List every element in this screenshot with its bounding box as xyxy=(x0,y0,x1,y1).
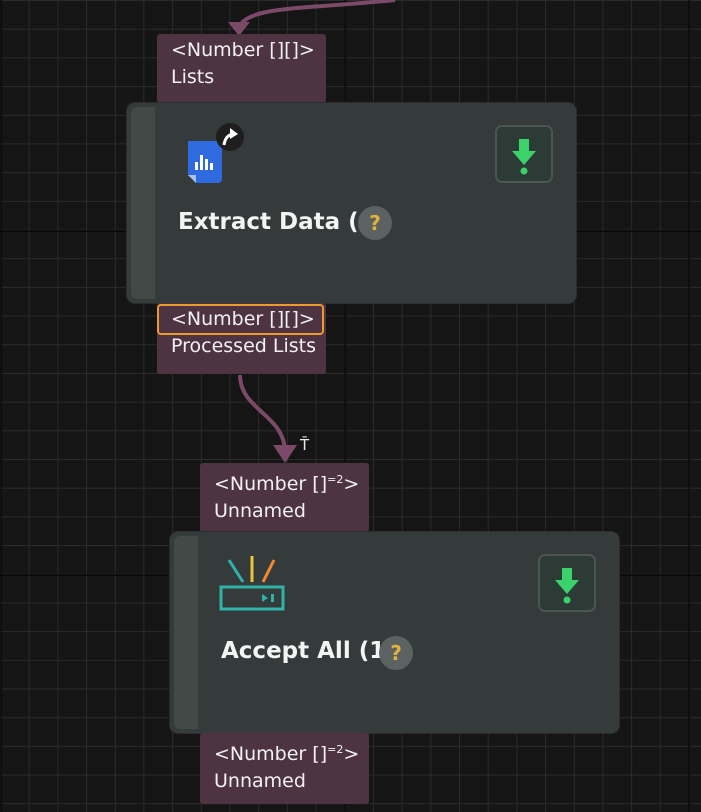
connection-marker: T̄ xyxy=(300,436,310,454)
connection-extract-to-accept[interactable] xyxy=(238,374,287,453)
output-port-processed-lists[interactable]: <Number [][]> Processed Lists xyxy=(157,303,326,374)
incoming-connection[interactable] xyxy=(236,0,396,31)
port-type: <Number []=2> xyxy=(214,473,360,495)
port-type: <Number [][]> xyxy=(171,39,315,61)
input-port-lists[interactable]: <Number [][]> Lists xyxy=(157,34,326,103)
port-name: Unnamed xyxy=(214,770,306,792)
node-title: Extract Data (1) xyxy=(178,209,386,235)
node-drag-handle[interactable] xyxy=(131,107,155,299)
connection-arrow xyxy=(273,445,297,463)
port-type: <Number []=2> xyxy=(214,743,360,765)
download-arrow-icon xyxy=(555,568,579,604)
port-name: Unnamed xyxy=(214,500,306,522)
help-button[interactable]: ? xyxy=(358,206,392,240)
output-port-unnamed[interactable]: <Number []=2> Unnamed xyxy=(200,733,369,804)
download-arrow-icon xyxy=(512,139,536,175)
port-name: Processed Lists xyxy=(171,335,316,357)
help-button[interactable]: ? xyxy=(379,636,413,670)
run-button[interactable] xyxy=(538,554,596,612)
node-extract-data[interactable]: Extract Data (1) ? xyxy=(127,103,576,303)
port-name: Lists xyxy=(171,66,215,88)
node-drag-handle[interactable] xyxy=(174,536,198,729)
node-accept-all[interactable]: Accept All (1) ? xyxy=(170,532,619,733)
input-port-unnamed[interactable]: <Number []=2> Unnamed xyxy=(200,463,369,532)
run-button[interactable] xyxy=(495,125,553,183)
port-type-selected: <Number [][]> xyxy=(157,304,324,335)
router-antenna-icon xyxy=(219,556,285,611)
chart-document-icon xyxy=(188,123,244,183)
node-title: Accept All (1) xyxy=(221,638,396,664)
